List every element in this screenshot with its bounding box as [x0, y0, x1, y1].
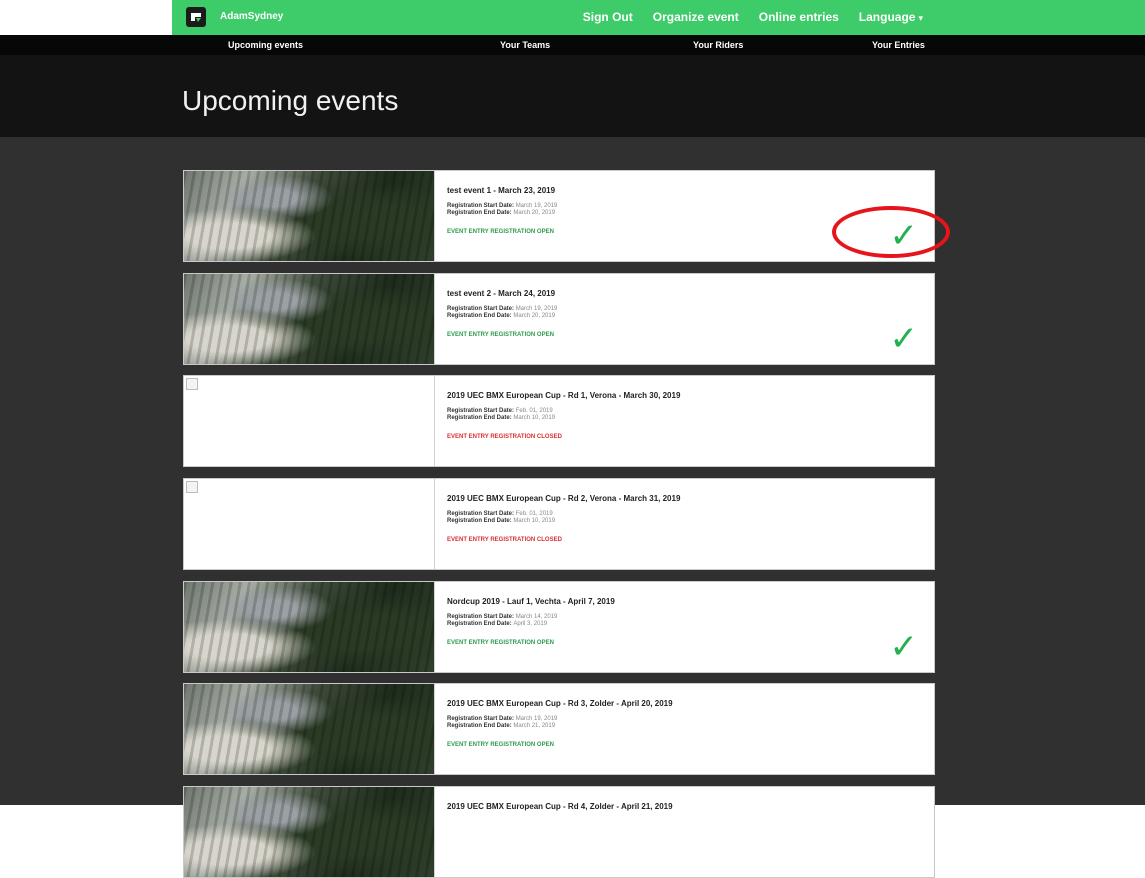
registration-end-value: March 10, 2019	[513, 415, 556, 421]
registration-open-status: EVENT ENTRY REGISTRATION OPEN	[447, 742, 554, 748]
sign-out-link[interactable]: Sign Out	[583, 10, 633, 24]
event-details: 2019 UEC BMX European Cup - Rd 2, Verona…	[435, 479, 934, 569]
subnav-your-riders[interactable]: Your Riders	[693, 40, 743, 50]
registration-end-label: Registration End Date:	[447, 518, 512, 524]
registration-start-value: Feb. 01, 2019	[515, 408, 553, 414]
registration-end-label: Registration End Date:	[447, 210, 512, 216]
brand-logo-icon[interactable]	[186, 7, 206, 27]
registration-start: Registration Start Date: March 19, 2019	[447, 203, 934, 210]
registration-open-status: EVENT ENTRY REGISTRATION OPEN	[447, 640, 554, 646]
broken-image[interactable]	[184, 376, 434, 466]
registration-start: Registration Start Date: March 14, 2019	[447, 614, 934, 621]
top-bar: AdamSydney Sign Out Organize event Onlin…	[0, 0, 1145, 35]
registration-start: Registration Start Date: March 19, 2019	[447, 306, 934, 313]
registration-start-label: Registration Start Date:	[447, 511, 515, 517]
event-details: 2019 UEC BMX European Cup - Rd 3, Zolder…	[435, 684, 934, 774]
event-details: Nordcup 2019 - Lauf 1, Vechta - April 7,…	[435, 582, 934, 672]
broken-image[interactable]	[184, 479, 434, 569]
event-image[interactable]	[184, 684, 434, 774]
brand-name[interactable]: AdamSydney	[220, 11, 283, 22]
event-card[interactable]: test event 1 - March 23, 2019 Registratio…	[183, 170, 935, 262]
sub-nav: Upcoming events Your Teams Your Riders Y…	[0, 35, 1145, 55]
registration-closed-status: EVENT ENTRY REGISTRATION CLOSED	[447, 434, 562, 440]
registration-end: Registration End Date: March 10, 2019	[447, 518, 934, 525]
top-nav: Sign Out Organize event Online entries L…	[583, 10, 923, 24]
event-title[interactable]: 2019 UEC BMX European Cup - Rd 3, Zolder…	[447, 699, 934, 708]
page-title: Upcoming events	[182, 85, 399, 116]
online-entries-link[interactable]: Online entries	[759, 10, 839, 24]
subnav-upcoming-events[interactable]: Upcoming events	[228, 40, 303, 50]
registration-end-label: Registration End Date:	[447, 415, 512, 421]
registration-start-label: Registration Start Date:	[447, 306, 515, 312]
registration-end: Registration End Date: March 20, 2019	[447, 210, 934, 217]
registration-start-value: March 19, 2019	[515, 306, 558, 312]
checkmark-icon: ✓	[889, 628, 919, 666]
registration-end: Registration End Date: March 10, 2019	[447, 415, 934, 422]
event-details: 2019 UEC BMX European Cup - Rd 1, Verona…	[435, 376, 934, 466]
event-details: test event 2 - March 24, 2019 Registratio…	[435, 274, 934, 364]
checkmark-icon: ✓	[889, 217, 919, 255]
event-image[interactable]	[184, 171, 434, 261]
registration-start-value: March 19, 2019	[515, 716, 558, 722]
registration-start: Registration Start Date: March 19, 2019	[447, 716, 934, 723]
registration-end-label: Registration End Date:	[447, 313, 512, 319]
registration-start-value: March 14, 2019	[515, 614, 558, 620]
registration-end-value: April 3, 2019	[513, 621, 548, 627]
registration-end: Registration End Date: April 3, 2019	[447, 621, 934, 628]
registration-closed-status: EVENT ENTRY REGISTRATION CLOSED	[447, 537, 562, 543]
event-card[interactable]: 2019 UEC BMX European Cup - Rd 2, Verona…	[183, 478, 935, 570]
event-image[interactable]	[184, 787, 434, 877]
registration-start: Registration Start Date: Feb. 01, 2019	[447, 408, 934, 415]
registration-end-value: March 20, 2019	[513, 210, 556, 216]
registration-end-value: March 10, 2019	[513, 518, 556, 524]
registration-start-value: March 19, 2019	[515, 203, 558, 209]
event-card[interactable]: 2019 UEC BMX European Cup - Rd 3, Zolder…	[183, 683, 935, 775]
event-title[interactable]: test event 2 - March 24, 2019	[447, 289, 934, 298]
event-title[interactable]: 2019 UEC BMX European Cup - Rd 4, Zolder…	[447, 802, 934, 811]
registration-end-value: March 20, 2019	[513, 313, 556, 319]
organize-event-link[interactable]: Organize event	[653, 10, 739, 24]
event-card[interactable]: 2019 UEC BMX European Cup - Rd 4, Zolder…	[183, 786, 935, 878]
event-title[interactable]: Nordcup 2019 - Lauf 1, Vechta - April 7,…	[447, 597, 934, 606]
registration-end-label: Registration End Date:	[447, 723, 512, 729]
broken-image-icon	[186, 378, 198, 390]
page-header: Upcoming events	[0, 55, 1145, 137]
event-details: test event 1 - March 23, 2019 Registratio…	[435, 171, 934, 261]
event-image[interactable]	[184, 274, 434, 364]
registration-start-value: Feb. 01, 2019	[515, 511, 553, 517]
registration-end: Registration End Date: March 21, 2019	[447, 723, 934, 730]
event-title[interactable]: test event 1 - March 23, 2019	[447, 186, 934, 195]
registration-start-label: Registration Start Date:	[447, 408, 515, 414]
language-dropdown[interactable]: Language ▾	[859, 10, 923, 24]
events-list: test event 1 - March 23, 2019 Registratio…	[0, 137, 1145, 878]
event-image[interactable]	[184, 582, 434, 672]
registration-open-status: EVENT ENTRY REGISTRATION OPEN	[447, 332, 554, 338]
event-card[interactable]: 2019 UEC BMX European Cup - Rd 1, Verona…	[183, 375, 935, 467]
event-card[interactable]: Nordcup 2019 - Lauf 1, Vechta - April 7,…	[183, 581, 935, 673]
checkmark-icon: ✓	[889, 320, 919, 358]
event-card[interactable]: test event 2 - March 24, 2019 Registratio…	[183, 273, 935, 365]
registration-start-label: Registration Start Date:	[447, 203, 515, 209]
registration-end: Registration End Date: March 20, 2019	[447, 313, 934, 320]
registration-start: Registration Start Date: Feb. 01, 2019	[447, 511, 934, 518]
broken-image-icon	[186, 481, 198, 493]
registration-start-label: Registration Start Date:	[447, 614, 515, 620]
registration-open-status: EVENT ENTRY REGISTRATION OPEN	[447, 229, 554, 235]
event-title[interactable]: 2019 UEC BMX European Cup - Rd 1, Verona…	[447, 391, 934, 400]
top-bar-green: AdamSydney Sign Out Organize event Onlin…	[172, 0, 1145, 35]
subnav-your-entries[interactable]: Your Entries	[872, 40, 925, 50]
subnav-your-teams[interactable]: Your Teams	[500, 40, 550, 50]
event-details: 2019 UEC BMX European Cup - Rd 4, Zolder…	[435, 787, 934, 877]
registration-end-value: March 21, 2019	[513, 723, 556, 729]
caret-down-icon: ▾	[918, 13, 923, 23]
registration-start-label: Registration Start Date:	[447, 716, 515, 722]
event-title[interactable]: 2019 UEC BMX European Cup - Rd 2, Verona…	[447, 494, 934, 503]
language-label: Language	[858, 10, 916, 24]
registration-end-label: Registration End Date:	[447, 621, 512, 627]
